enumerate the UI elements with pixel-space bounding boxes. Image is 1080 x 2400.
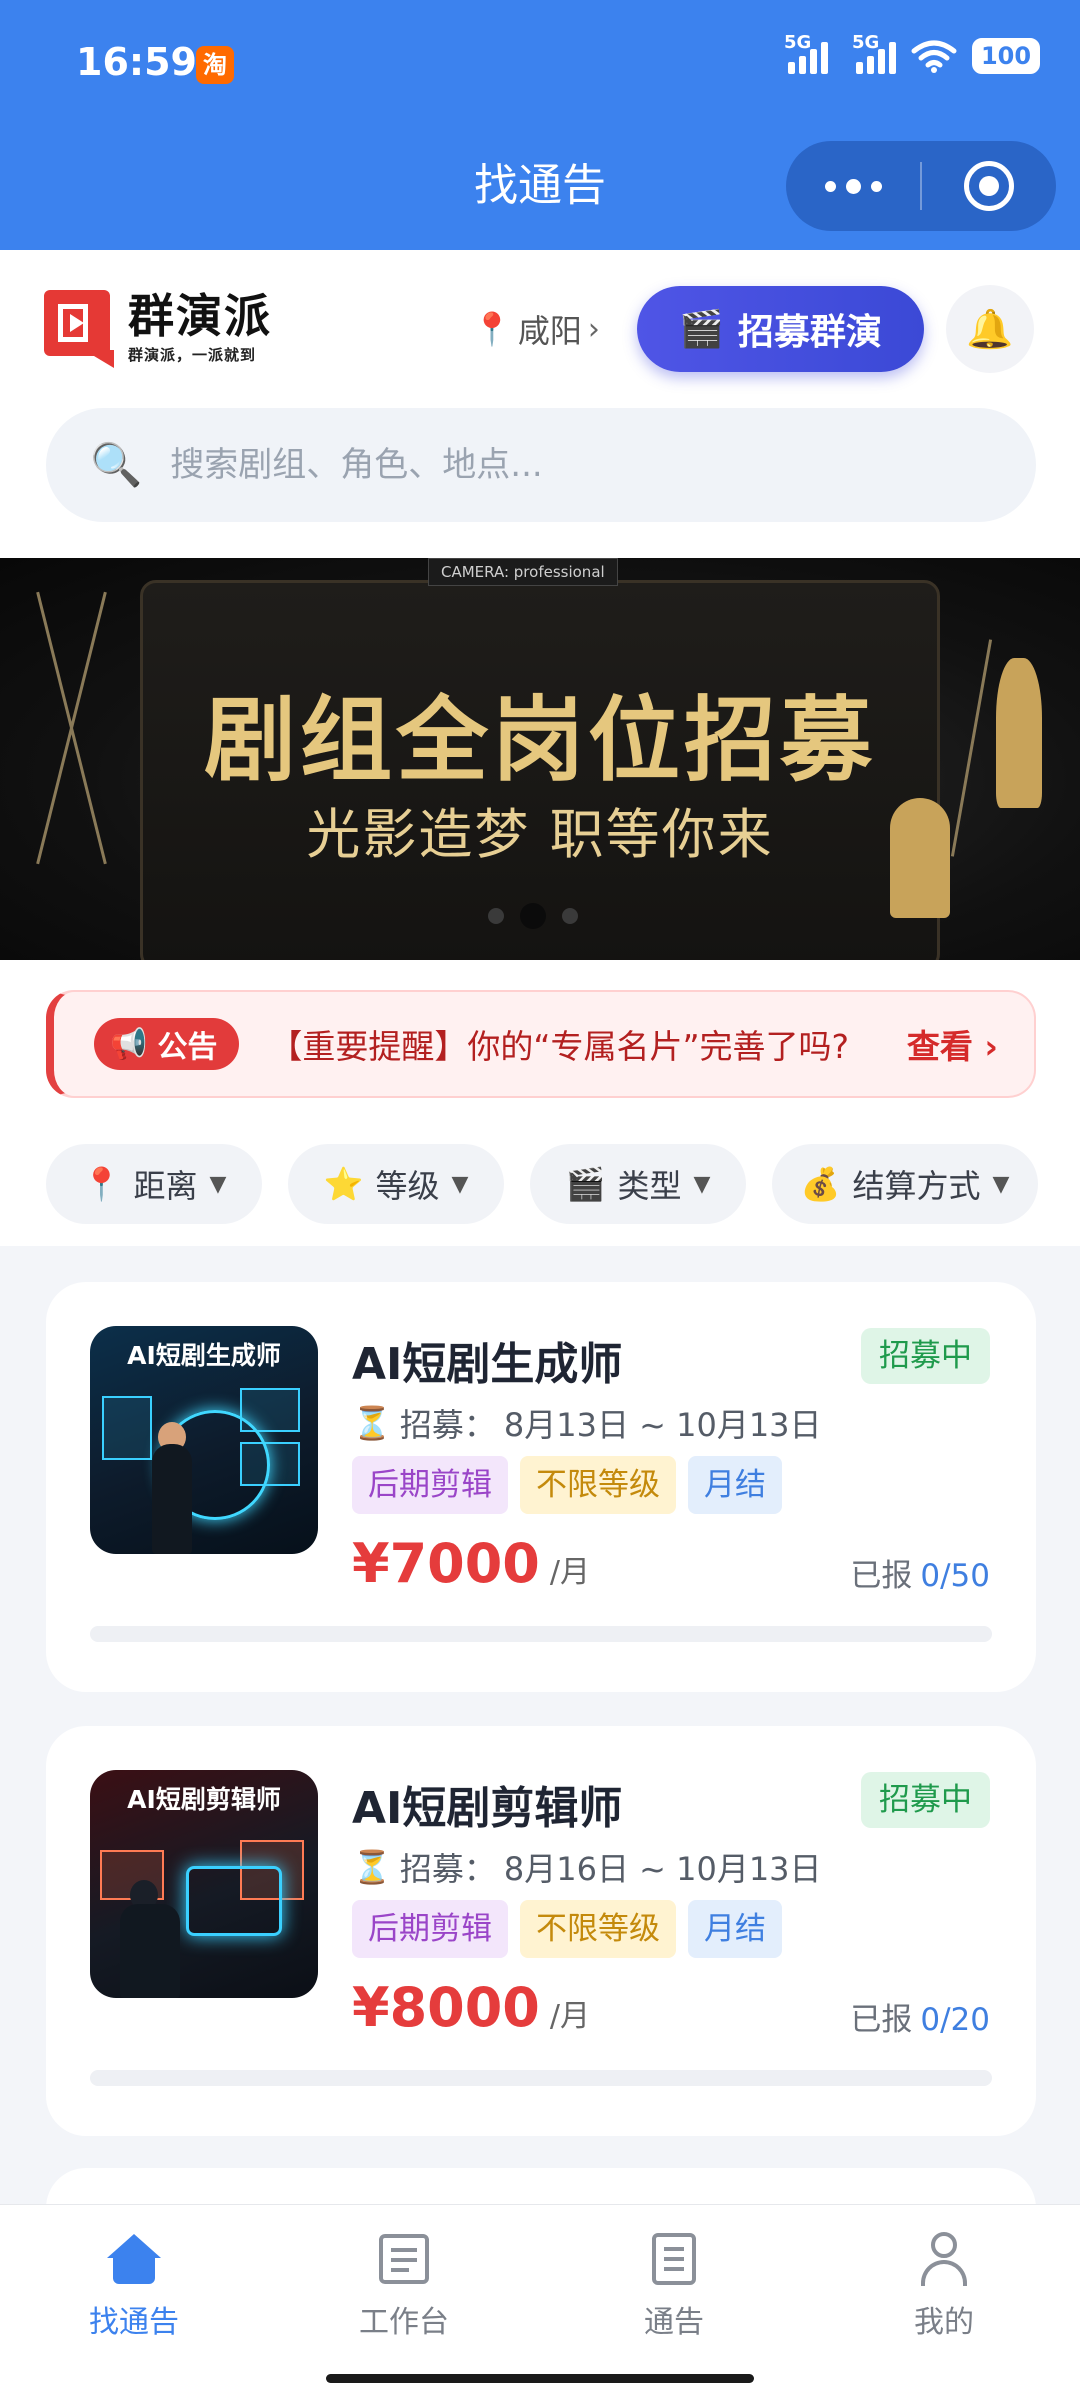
applicant-progress-bar (90, 1626, 992, 1642)
bottom-tab-bar: 找通告 工作台 通告 我的 (0, 2204, 1080, 2400)
clapperboard-icon: 🎬 (565, 1165, 606, 1203)
status-badge: 招募中 (861, 1772, 990, 1828)
caret-down-icon: ▼ (693, 1171, 711, 1197)
more-menu-button[interactable] (786, 141, 920, 231)
job-thumbnail: AI短剧剪辑师 (90, 1770, 318, 1998)
hourglass-icon: ⏳ (352, 1848, 392, 1886)
caret-down-icon: ▼ (209, 1171, 227, 1197)
filter-distance[interactable]: 📍 距离 ▼ (46, 1144, 262, 1224)
banner-subtitle: 光影造梦 职等你来 (306, 803, 774, 866)
announcement-tag: 📢 公告 (94, 1018, 240, 1070)
battery-icon: 100 (972, 38, 1040, 74)
filter-bar: 📍 距离 ▼ ⭐ 等级 ▼ 🎬 类型 ▼ 💰 结算方式 ▼ (0, 1122, 1080, 1246)
status-indicators: 5G 5G 100 (784, 32, 1040, 74)
tab-notices[interactable]: 通告 (574, 2229, 774, 2341)
job-title: AI短剧生成师 (352, 1339, 623, 1390)
play-logo-icon (44, 290, 114, 368)
carousel-dot[interactable] (488, 908, 504, 924)
status-badge: 招募中 (861, 1328, 990, 1384)
tag-level: 不限等级 (520, 1456, 676, 1514)
tab-find-notices[interactable]: 找通告 (34, 2229, 234, 2341)
brand-name: 群演派 (128, 289, 272, 343)
job-tags: 后期剪辑 不限等级 月结 (352, 1900, 782, 1958)
wifi-icon (911, 40, 957, 73)
home-icon (107, 2234, 161, 2284)
filter-type[interactable]: 🎬 类型 ▼ (530, 1144, 746, 1224)
job-tags: 后期剪辑 不限等级 月结 (352, 1456, 782, 1514)
target-icon (964, 161, 1014, 211)
applicant-progress-bar (90, 2070, 992, 2086)
carousel-indicator (488, 903, 578, 929)
home-indicator (326, 2374, 754, 2383)
recruit-period: ⏳ 招募： 8月16日 ~ 10月13日 (352, 1848, 822, 1888)
document-icon (652, 2233, 696, 2285)
applicant-count: 已报 0/50 (850, 1558, 990, 1594)
map-pin-icon: 📍 (81, 1165, 122, 1203)
megaphone-icon: 📢 (110, 1026, 148, 1062)
close-mini-program-button[interactable] (922, 141, 1056, 231)
chevron-right-icon: › (587, 311, 600, 347)
carousel-dot[interactable] (562, 908, 578, 924)
search-input[interactable] (170, 445, 971, 485)
money-bag-icon: 💰 (800, 1165, 841, 1203)
job-title: AI短剧剪辑师 (352, 1783, 623, 1834)
banner-title: 剧组全岗位招募 (203, 687, 876, 794)
filter-level[interactable]: ⭐ 等级 ▼ (288, 1144, 504, 1224)
location-name: 咸阳 (517, 312, 582, 350)
announcement-bar[interactable]: 📢 公告 【重要提醒】你的“专属名片”完善了吗? 查看 › (46, 990, 1036, 1098)
top-bar: 16:59 淘 5G 5G 100 找通告 (0, 0, 1080, 250)
clapperboard-icon: 🎬 (679, 309, 724, 350)
tag-settlement: 月结 (688, 1900, 782, 1958)
bell-icon: 🔔 (966, 306, 1014, 351)
view-announcement-link[interactable]: 查看 › (907, 1020, 998, 1068)
taobao-app-icon: 淘 (196, 46, 234, 84)
job-card[interactable]: AI短剧剪辑师 AI短剧剪辑师 招募中 ⏳ 招募： 8月16日 ~ 10月13日… (46, 1726, 1036, 2136)
applicant-count: 已报 0/20 (850, 2002, 990, 2038)
job-salary: ¥8000 /月 (352, 1976, 590, 2039)
search-bar[interactable]: 🔍 (46, 408, 1036, 522)
tag-settlement: 月结 (688, 1456, 782, 1514)
signal-icon-2: 5G (852, 32, 896, 74)
location-selector[interactable]: 📍 咸阳 › (472, 306, 600, 352)
caret-down-icon: ▼ (451, 1171, 469, 1197)
job-card[interactable]: AI短剧生成师 AI短剧生成师 招募中 ⏳ 招募： 8月13日 ~ 10月13日… (46, 1282, 1036, 1692)
mini-program-capsule (786, 141, 1056, 231)
tag-category: 后期剪辑 (352, 1900, 508, 1958)
user-icon (919, 2232, 969, 2286)
search-icon: 🔍 (90, 440, 143, 489)
brand-logo: 群演派 群演派，一派就到 (44, 289, 272, 368)
carousel-dot-active[interactable] (520, 903, 546, 929)
caret-down-icon: ▼ (992, 1171, 1010, 1197)
recruit-extras-button[interactable]: 🎬 招募群演 (637, 286, 924, 372)
recruit-period: ⏳ 招募： 8月13日 ~ 10月13日 (352, 1404, 822, 1444)
promo-banner[interactable]: CAMERA: professional 剧组全岗位招募 光影造梦 职等你来 (0, 558, 1080, 960)
announcement-text: 【重要提醒】你的“专属名片”完善了吗? (269, 1027, 850, 1066)
camera-label: CAMERA: professional (428, 558, 618, 586)
status-time: 16:59 (76, 40, 197, 84)
notification-button[interactable]: 🔔 (946, 285, 1034, 373)
workbench-icon (379, 2234, 429, 2284)
star-icon: ⭐ (323, 1165, 364, 1203)
tag-level: 不限等级 (520, 1900, 676, 1958)
job-salary: ¥7000 /月 (352, 1532, 590, 1595)
tab-workbench[interactable]: 工作台 (304, 2229, 504, 2341)
tag-category: 后期剪辑 (352, 1456, 508, 1514)
filter-settlement[interactable]: 💰 结算方式 ▼ (772, 1144, 1038, 1224)
tab-profile[interactable]: 我的 (844, 2229, 1044, 2341)
brand-slogan: 群演派，一派就到 (128, 346, 257, 364)
map-pin-icon: 📍 (472, 310, 512, 348)
signal-icon: 5G (784, 32, 828, 74)
job-thumbnail: AI短剧生成师 (90, 1326, 318, 1554)
recruit-extras-label: 招募群演 (737, 312, 882, 353)
hourglass-icon: ⏳ (352, 1404, 392, 1442)
